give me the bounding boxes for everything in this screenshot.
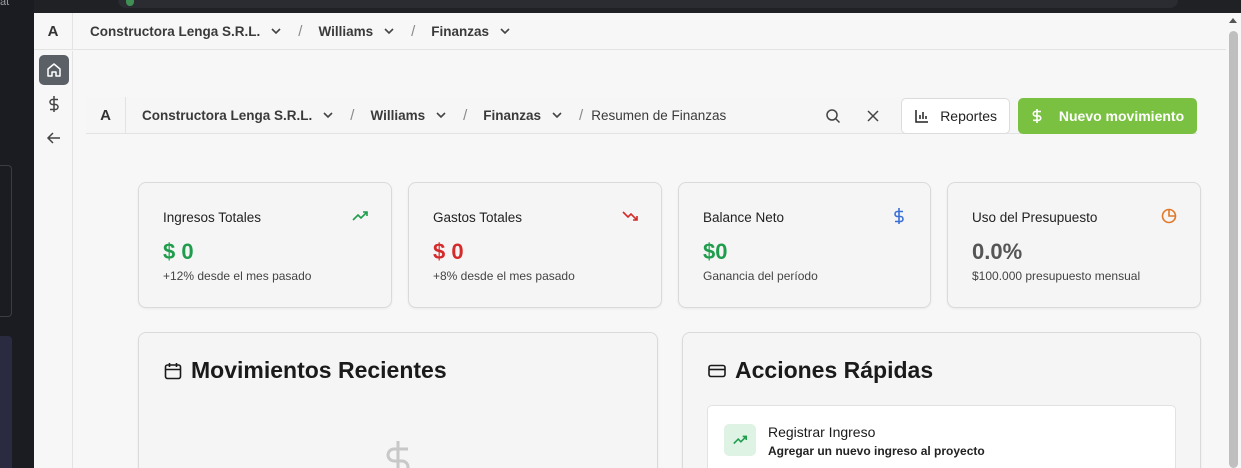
- breadcrumb-section-label: Finanzas: [431, 23, 490, 39]
- dollar-icon: [894, 208, 904, 224]
- breadcrumb-section[interactable]: Finanzas: [431, 24, 511, 39]
- recent-movements-title: Movimientos Recientes: [191, 357, 447, 383]
- dollar-icon: [386, 441, 410, 468]
- os-panel-outline: [0, 165, 12, 317]
- scroll-up-arrow-icon[interactable]: [1229, 18, 1237, 23]
- reportes-button[interactable]: Reportes: [901, 97, 1010, 134]
- os-fragment-text: at: [0, 0, 10, 8]
- action-description: Agregar un nuevo ingreso al proyecto: [768, 444, 985, 458]
- search-icon: [826, 108, 841, 123]
- stat-title: Uso del Presupuesto: [972, 210, 1098, 225]
- action-title: Registrar Ingreso: [768, 424, 876, 440]
- home-icon: [47, 63, 61, 77]
- search-button[interactable]: [821, 104, 845, 128]
- breadcrumb-separator: /: [579, 106, 584, 124]
- breadcrumb-section[interactable]: Finanzas: [483, 108, 563, 123]
- chevron-down-icon: [323, 112, 333, 119]
- calendar-icon: [164, 362, 182, 379]
- pie-chart-icon: [1161, 208, 1177, 224]
- stat-title: Balance Neto: [703, 210, 785, 225]
- breadcrumb-company[interactable]: Constructora Lenga S.R.L.: [142, 108, 334, 123]
- dollar-icon: [49, 96, 59, 112]
- stat-value: 0.0%: [972, 239, 1023, 264]
- recent-movements-card: Movimientos Recientes: [138, 332, 658, 468]
- breadcrumb-project[interactable]: Williams: [318, 24, 395, 39]
- close-button[interactable]: [861, 104, 885, 128]
- app-logo[interactable]: A: [34, 13, 73, 50]
- quick-actions-card: Acciones Rápidas Registrar Ingreso Agreg…: [682, 332, 1201, 468]
- stat-card-gastos: Gastos Totales $ 0 +8% desde el mes pasa…: [408, 182, 662, 308]
- trending-down-icon: [622, 211, 638, 221]
- stat-subtext: $100.000 presupuesto mensual: [972, 269, 1141, 283]
- stat-subtext: +12% desde el mes pasado: [163, 269, 312, 283]
- sidebar-item-finanzas[interactable]: [39, 89, 69, 119]
- trending-up-icon: [733, 435, 748, 445]
- vertical-scrollbar[interactable]: [1229, 31, 1238, 468]
- quick-actions-title: Acciones Rápidas: [735, 357, 934, 383]
- action-registrar-ingreso[interactable]: Registrar Ingreso Agregar un nuevo ingre…: [707, 405, 1176, 468]
- breadcrumb-project-label: Williams: [318, 23, 374, 39]
- breadcrumb-company-label: Constructora Lenga S.R.L.: [90, 23, 261, 39]
- stat-title: Ingresos Totales: [163, 210, 262, 225]
- recent-movements-header: Movimientos Recientes: [163, 357, 447, 384]
- sidebar-item-back[interactable]: [39, 123, 69, 153]
- chevron-down-icon: [552, 112, 562, 119]
- arrow-left-icon: [46, 132, 60, 144]
- dollar-icon: [1032, 108, 1042, 123]
- breadcrumb-company[interactable]: Constructora Lenga S.R.L.: [90, 24, 282, 39]
- os-left-panel: at: [0, 0, 34, 468]
- app-window: A Constructora Lenga S.R.L. / Williams /…: [34, 13, 1241, 468]
- reportes-button-label: Reportes: [940, 107, 997, 124]
- sidebar: [34, 51, 73, 468]
- nuevo-movimiento-label: Nuevo movimiento: [1058, 107, 1185, 124]
- chevron-down-icon: [271, 28, 281, 35]
- breadcrumb-separator: /: [411, 22, 416, 40]
- chevron-down-icon: [436, 112, 446, 119]
- browser-top-bar: [34, 0, 1241, 13]
- stat-value: $0: [703, 239, 728, 264]
- stat-subtext: +8% desde el mes pasado: [433, 269, 575, 283]
- stat-title: Gastos Totales: [433, 210, 523, 225]
- breadcrumb-current-page: Resumen de Finanzas: [591, 107, 727, 123]
- chevron-down-icon: [384, 28, 394, 35]
- page-logo[interactable]: A: [86, 96, 126, 134]
- quick-actions-header: Acciones Rápidas: [707, 357, 933, 384]
- stat-card-presupuesto: Uso del Presupuesto 0.0% $100.000 presup…: [947, 182, 1201, 308]
- stat-card-ingresos: Ingresos Totales $ 0 +12% desde el mes p…: [138, 182, 392, 308]
- stat-value: $ 0: [433, 239, 464, 264]
- stat-value: $ 0: [163, 239, 194, 264]
- header-tools: Reportes Nuevo movimiento: [821, 97, 1197, 134]
- breadcrumb-section-label: Finanzas: [483, 107, 542, 123]
- os-panel-fill: [0, 336, 12, 468]
- credit-card-icon: [708, 364, 726, 377]
- action-icon-box: [724, 424, 756, 456]
- breadcrumb-company-label: Constructora Lenga S.R.L.: [142, 107, 313, 123]
- trending-up-icon: [352, 211, 368, 221]
- chevron-down-icon: [500, 28, 510, 35]
- breadcrumb-separator: /: [298, 22, 303, 40]
- top-breadcrumb-bar: A Constructora Lenga S.R.L. / Williams /…: [34, 13, 1226, 50]
- breadcrumb-separator: /: [463, 106, 468, 124]
- breadcrumb-project-label: Williams: [370, 107, 426, 123]
- breadcrumb: Constructora Lenga S.R.L. / Williams / F…: [142, 107, 726, 124]
- stat-subtext: Ganancia del período: [703, 269, 818, 283]
- page-header-bar: A Constructora Lenga S.R.L. / Williams /…: [86, 96, 1197, 134]
- close-icon: [867, 109, 879, 122]
- browser-url-bar[interactable]: [118, 0, 1178, 8]
- breadcrumb-separator: /: [350, 106, 355, 124]
- nuevo-movimiento-button[interactable]: Nuevo movimiento: [1018, 97, 1197, 134]
- bar-chart-icon: [915, 109, 929, 123]
- breadcrumb-project[interactable]: Williams: [370, 108, 447, 123]
- stat-card-balance: Balance Neto $0 Ganancia del período: [678, 182, 931, 308]
- sidebar-item-home[interactable]: [39, 55, 69, 85]
